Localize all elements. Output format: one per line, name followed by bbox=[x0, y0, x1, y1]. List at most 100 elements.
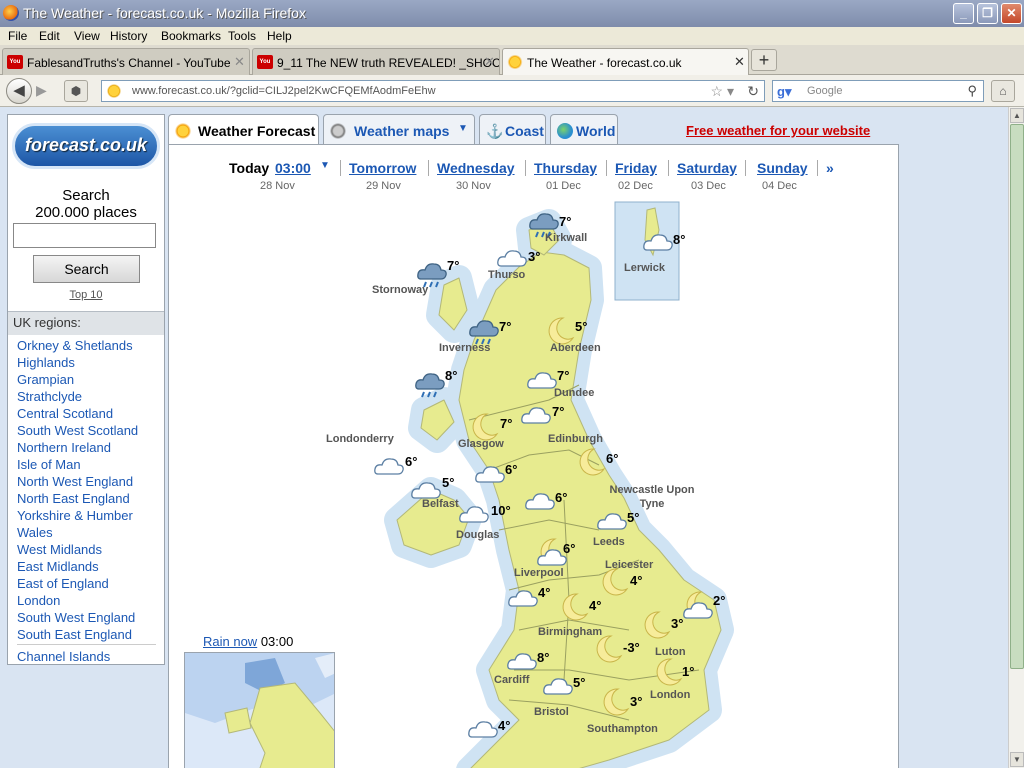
city-name[interactable]: Aberdeen bbox=[550, 342, 601, 354]
day-wednesday[interactable]: Wednesday bbox=[437, 160, 515, 176]
scroll-down-arrow[interactable]: ▼ bbox=[1010, 752, 1024, 767]
city-name[interactable]: Lerwick bbox=[624, 262, 665, 274]
region-link[interactable]: East of England bbox=[17, 576, 109, 591]
day-saturday[interactable]: Saturday bbox=[677, 160, 737, 176]
browser-tab-weather[interactable]: The Weather - forecast.co.uk ✕ bbox=[502, 48, 749, 76]
reload-icon[interactable]: ↻ bbox=[747, 83, 759, 100]
tab-weather-forecast[interactable]: Weather Forecast bbox=[168, 114, 319, 146]
moon-cloud-icon[interactable] bbox=[681, 588, 715, 625]
scroll-up-arrow[interactable]: ▲ bbox=[1010, 108, 1024, 123]
moon-icon[interactable] bbox=[557, 590, 591, 627]
free-weather-link[interactable]: Free weather for your website bbox=[686, 123, 870, 138]
extension-icon[interactable]: ⬢ bbox=[64, 80, 88, 102]
city-name[interactable]: Dundee bbox=[554, 387, 594, 399]
browser-tab-youtube-2[interactable]: You 9_11 The NEW truth REVEALED! _SHOCK.… bbox=[252, 48, 500, 75]
cloud-icon[interactable] bbox=[372, 450, 406, 487]
rain-radar-thumbnail[interactable] bbox=[184, 652, 335, 768]
menu-help[interactable]: Help bbox=[267, 29, 292, 43]
region-link[interactable]: Northern Ireland bbox=[17, 440, 111, 455]
cloud-icon[interactable] bbox=[466, 713, 500, 750]
cloud-icon[interactable] bbox=[641, 226, 675, 263]
forecast-logo[interactable]: forecast.co.uk bbox=[12, 123, 160, 169]
city-name[interactable]: Kirkwall bbox=[545, 232, 587, 244]
menu-file[interactable]: File bbox=[8, 29, 27, 43]
minimize-button[interactable]: _ bbox=[953, 3, 974, 24]
tab-close-icon[interactable]: ✕ bbox=[484, 54, 495, 70]
region-link[interactable]: South West Scotland bbox=[17, 423, 138, 438]
city-name[interactable]: Glasgow bbox=[458, 438, 504, 450]
city-name[interactable]: Liverpool bbox=[514, 567, 564, 579]
region-link[interactable]: West Midlands bbox=[17, 542, 102, 557]
day-sunday[interactable]: Sunday bbox=[757, 160, 808, 176]
tab-weather-maps[interactable]: Weather maps ▼ bbox=[323, 114, 475, 144]
region-link[interactable]: South West England bbox=[17, 610, 135, 625]
region-link[interactable]: North East England bbox=[17, 491, 130, 506]
tab-close-icon[interactable]: ✕ bbox=[734, 54, 745, 70]
region-link[interactable]: East Midlands bbox=[17, 559, 99, 574]
city-name[interactable]: Thurso bbox=[488, 269, 525, 281]
day-tomorrow[interactable]: Tomorrow bbox=[349, 160, 416, 176]
region-link[interactable]: Central Scotland bbox=[17, 406, 113, 421]
moon-icon[interactable] bbox=[651, 655, 685, 692]
day-today[interactable]: Today bbox=[229, 160, 269, 176]
time-selector[interactable]: 03:00 bbox=[275, 160, 311, 176]
city-name[interactable]: Leeds bbox=[593, 536, 625, 548]
menu-bookmarks[interactable]: Bookmarks bbox=[161, 29, 221, 43]
rain-now-link[interactable]: Rain now bbox=[203, 634, 257, 649]
top10-link[interactable]: Top 10 bbox=[8, 289, 164, 301]
forward-button[interactable]: ▶ bbox=[36, 82, 47, 99]
home-button[interactable]: ⌂ bbox=[991, 80, 1015, 102]
region-link[interactable]: Grampian bbox=[17, 372, 74, 387]
search-bar[interactable]: g▾ Google ⚲ bbox=[772, 80, 984, 102]
city-name[interactable]: London bbox=[650, 689, 690, 701]
day-friday[interactable]: Friday bbox=[615, 160, 657, 176]
region-link[interactable]: Wales bbox=[17, 525, 53, 540]
region-link[interactable]: South East England bbox=[17, 627, 132, 642]
menu-view[interactable]: View bbox=[74, 29, 100, 43]
region-link[interactable]: Isle of Man bbox=[17, 457, 81, 472]
city-name[interactable]: Leicester bbox=[605, 559, 653, 571]
region-link[interactable]: London bbox=[17, 593, 60, 608]
search-button[interactable]: Search bbox=[33, 255, 140, 283]
cloud-icon[interactable] bbox=[519, 399, 553, 436]
tab-coast[interactable]: ⚓ Coast bbox=[479, 114, 546, 144]
place-search-input[interactable] bbox=[13, 223, 156, 248]
menu-edit[interactable]: Edit bbox=[39, 29, 60, 43]
city-name[interactable]: Edinburgh bbox=[548, 433, 603, 445]
close-window-button[interactable]: ✕ bbox=[1001, 3, 1022, 24]
city-name[interactable]: Stornoway bbox=[372, 284, 428, 296]
chevron-down-icon[interactable]: ▼ bbox=[320, 160, 330, 171]
browser-tab-youtube-1[interactable]: You FablesandTruths's Channel - YouTube … bbox=[2, 48, 250, 75]
tab-world[interactable]: World bbox=[550, 114, 618, 144]
city-name[interactable]: Southampton bbox=[587, 723, 658, 735]
city-name[interactable]: Inverness bbox=[439, 342, 490, 354]
moon-icon[interactable] bbox=[639, 608, 673, 645]
day-thursday[interactable]: Thursday bbox=[534, 160, 597, 176]
vertical-scrollbar[interactable]: ▲ ▼ bbox=[1008, 107, 1024, 768]
cloud-icon[interactable] bbox=[541, 670, 575, 707]
region-link[interactable]: Orkney & Shetlands bbox=[17, 338, 133, 353]
cloud-icon[interactable] bbox=[506, 582, 540, 619]
region-link[interactable]: North West England bbox=[17, 474, 133, 489]
city-name[interactable]: Cardiff bbox=[494, 674, 529, 686]
next-days-arrow[interactable]: » bbox=[826, 160, 834, 176]
back-button[interactable]: ◀ bbox=[6, 78, 32, 104]
region-link[interactable]: Strathclyde bbox=[17, 389, 82, 404]
magnifier-icon[interactable]: ⚲ bbox=[967, 83, 977, 99]
city-name[interactable]: Londonderry bbox=[326, 433, 394, 445]
city-name[interactable]: Douglas bbox=[456, 529, 499, 541]
menu-history[interactable]: History bbox=[110, 29, 147, 43]
new-tab-button[interactable]: + bbox=[751, 49, 777, 71]
address-bar[interactable]: www.forecast.co.uk/?gclid=CILJ2pel2KwCFQ… bbox=[101, 80, 765, 102]
maximize-button[interactable]: ❐ bbox=[977, 3, 998, 24]
rain-cloud-icon[interactable] bbox=[413, 365, 447, 402]
cloud-icon[interactable] bbox=[523, 485, 557, 522]
tab-close-icon[interactable]: ✕ bbox=[234, 54, 245, 70]
region-link[interactable]: Highlands bbox=[17, 355, 75, 370]
city-name[interactable]: Bristol bbox=[534, 706, 569, 718]
menu-tools[interactable]: Tools bbox=[228, 29, 256, 43]
scroll-thumb[interactable] bbox=[1010, 124, 1024, 669]
bookmark-star-icon[interactable]: ☆ ▾ bbox=[711, 83, 734, 100]
region-link[interactable]: Channel Islands bbox=[17, 649, 110, 664]
cloud-icon[interactable] bbox=[473, 458, 507, 495]
